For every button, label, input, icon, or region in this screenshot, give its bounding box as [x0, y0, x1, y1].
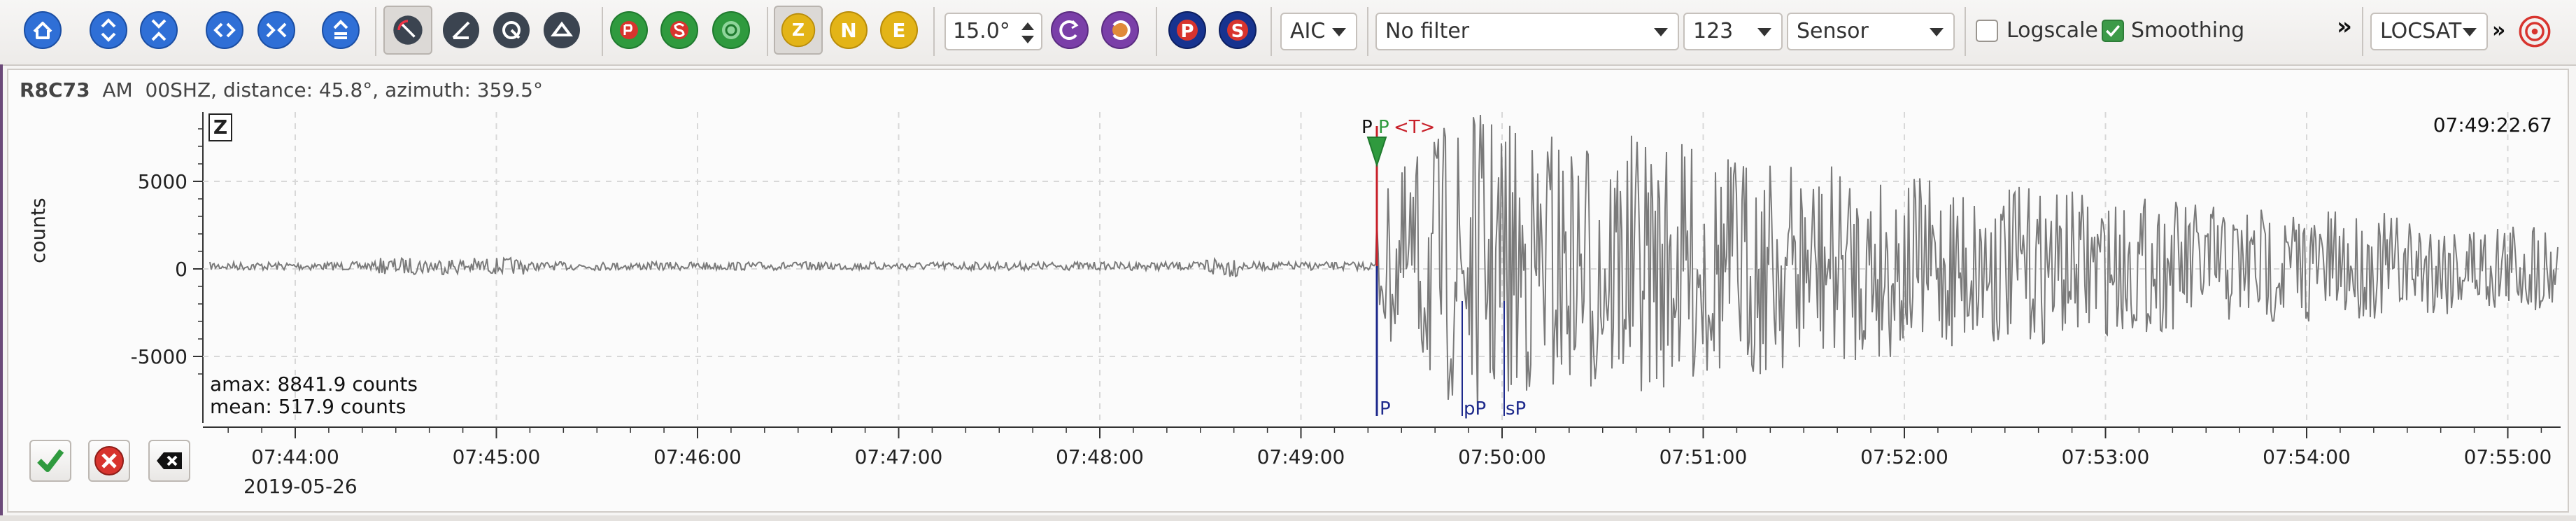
x-tick-label: 07:54:00 — [2263, 445, 2351, 468]
mean-stat: mean: 517.9 counts — [210, 395, 406, 418]
x-tick-label: 07:49:00 — [1257, 445, 1345, 468]
status-strip — [0, 515, 2576, 521]
x-tick-label: 07:55:00 — [2464, 445, 2552, 468]
accept-button[interactable] — [29, 440, 71, 482]
picker-window: Z N E 15.0° P S AIC No filter 123 Sensor… — [0, 0, 2576, 521]
x-tick-label: 07:45:00 — [453, 445, 541, 468]
close-icon — [94, 446, 124, 475]
pick-label-t: <T> — [1394, 117, 1435, 138]
y-tick-label: 0 — [175, 258, 187, 281]
clear-button[interactable] — [148, 440, 190, 482]
x-tick-label: 07:52:00 — [1860, 445, 1948, 468]
x-tick-label: 07:48:00 — [1056, 445, 1144, 468]
date-label: 2019-05-26 — [243, 475, 358, 498]
x-tick-label: 07:53:00 — [2062, 445, 2150, 468]
theoretical-phase-label: P — [1380, 398, 1391, 419]
component-badge: Z — [208, 113, 232, 141]
pick-label-p: P — [1361, 117, 1373, 138]
pick-label-p2: P — [1378, 117, 1389, 138]
waveform-trace — [209, 114, 2559, 415]
delete-icon — [157, 452, 182, 469]
x-tick-label: 07:46:00 — [653, 445, 742, 468]
theoretical-phase-label: pP — [1464, 398, 1486, 419]
x-tick-label: 07:51:00 — [1659, 445, 1748, 468]
seismogram-plot[interactable]: 5000 0 -5000 07:44:00 07:45:00 07:46:00 07:47:… — [0, 0, 2576, 521]
y-tick-label: -5000 — [131, 345, 187, 368]
x-tick-label: 07:44:00 — [251, 445, 339, 468]
checkmark-icon — [37, 449, 64, 472]
pick-arrow-icon — [1366, 137, 1387, 168]
y-tick-label: 5000 — [138, 170, 187, 193]
x-tick-label: 07:47:00 — [855, 445, 943, 468]
x-tick-label: 07:50:00 — [1458, 445, 1546, 468]
theoretical-phase-label: sP — [1506, 398, 1526, 419]
amax-stat: amax: 8841.9 counts — [210, 373, 418, 396]
cursor-time: 07:49:22.67 — [2433, 113, 2552, 137]
reject-button[interactable] — [88, 440, 130, 482]
